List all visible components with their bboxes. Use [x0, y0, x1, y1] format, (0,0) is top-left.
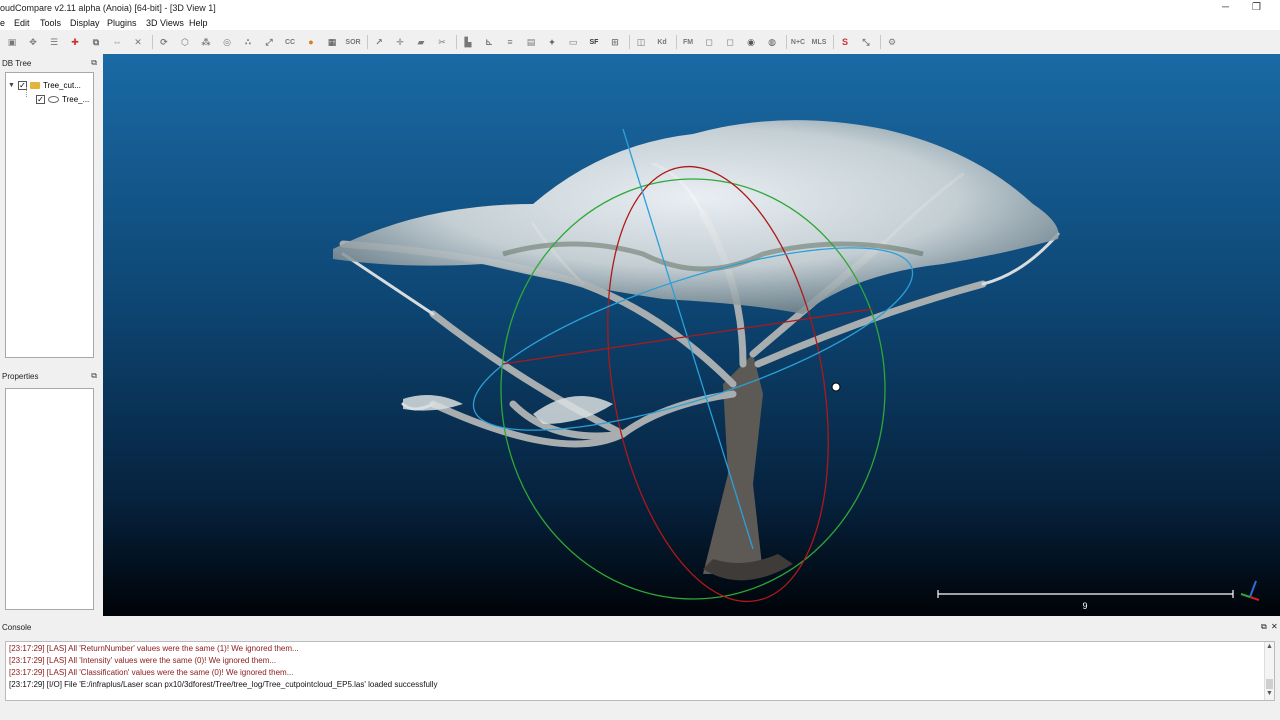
scroll-up-icon[interactable]: ▲: [1266, 643, 1273, 650]
copy-icon[interactable]: ◻: [722, 34, 738, 50]
compute-icon[interactable]: ⊞: [607, 34, 623, 50]
menu-display[interactable]: Display: [70, 18, 100, 28]
clone-icon[interactable]: ⧉: [88, 34, 104, 50]
console-panel: [23:17:29] [LAS] All 'ReturnNumber' valu…: [5, 641, 1275, 701]
db-tree-panel[interactable]: ▼ ✓ Tree_cut... ✓ Tree_...: [5, 72, 94, 358]
sample-icon[interactable]: ⟳: [156, 34, 172, 50]
menu-file[interactable]: e: [0, 18, 5, 28]
s-curve-icon[interactable]: S: [837, 34, 853, 50]
histogram-icon[interactable]: ▙: [460, 34, 476, 50]
globe-icon[interactable]: ◍: [764, 34, 780, 50]
paste-icon[interactable]: ◻: [701, 34, 717, 50]
toolbar-separator: [880, 35, 881, 49]
point-cloud-render: 9: [333, 120, 1260, 611]
toolbar-separator: [367, 35, 368, 49]
db-tree-title: DB Tree: [2, 59, 32, 68]
mesh-icon[interactable]: ●: [303, 34, 319, 50]
properties-panel: [5, 388, 94, 610]
properties-header: Properties ⧉: [0, 371, 100, 383]
restore-button[interactable]: ❐: [1252, 2, 1261, 13]
save-icon[interactable]: ▣: [4, 34, 20, 50]
tree-connector: [26, 87, 27, 97]
add-point-icon[interactable]: ✚: [67, 34, 83, 50]
menu-help[interactable]: Help: [189, 18, 208, 28]
console-line: [23:17:29] [I/O] File 'E:/infraplus/Lase…: [9, 680, 438, 689]
scale-bar: 9: [937, 590, 1234, 611]
sor-icon[interactable]: SOR: [345, 34, 361, 50]
tree-item-label: Tree_...: [62, 94, 90, 104]
axis-trihedron-icon: [1240, 580, 1260, 601]
title-bar: oudCompare v2.11 alpha (Anoia) [64-bit] …: [0, 0, 1280, 16]
float-icon[interactable]: ⧉: [91, 371, 97, 381]
mls-label-icon[interactable]: MLS: [811, 34, 827, 50]
normals-icon[interactable]: ◎: [219, 34, 235, 50]
pan-cursor-icon: [831, 382, 841, 392]
minimize-button[interactable]: ─: [1222, 2, 1229, 13]
kd-label-icon[interactable]: Kd: [654, 34, 670, 50]
checkbox-icon[interactable]: ✓: [36, 94, 45, 104]
point-cloud-icon: [48, 95, 59, 103]
main-toolbar: ▣ ✥ ☰ ✚ ⧉ ⇔ ✕ ⟳ ⬡ ⁂ ◎ ∴ ⤢ CC ● ▦ SOR ↗ ✛ ▰ ✂ ▙ ⊾ ≡ ▤ + ▭ SF ⊞ ◫ Kd FM ◻ ◻…: [0, 31, 1280, 53]
fm-label-icon[interactable]: FM: [680, 34, 696, 50]
scroll-thumb[interactable]: [1266, 679, 1273, 689]
menu-tools[interactable]: Tools: [40, 18, 61, 28]
sphere-icon[interactable]: ◉: [743, 34, 759, 50]
sf-icon[interactable]: SF: [586, 34, 602, 50]
cross-section-icon[interactable]: ⤢: [261, 34, 277, 50]
subsample-icon[interactable]: ⁂: [198, 34, 214, 50]
menu-bar: e Edit Tools Display Plugins 3D Views He…: [0, 16, 1280, 30]
db-tree-header: DB Tree ⧉: [0, 58, 100, 70]
console-line: [23:17:29] [LAS] All 'Classification' va…: [9, 668, 294, 677]
cut-icon[interactable]: ✂: [434, 34, 450, 50]
toolbar-separator: [629, 35, 630, 49]
translate-rotate-icon[interactable]: ✥: [25, 34, 41, 50]
scroll-down-icon[interactable]: ▼: [1266, 690, 1273, 697]
scatter-icon[interactable]: ∴: [240, 34, 256, 50]
console-line: [23:17:29] [LAS] All 'Intensity' values …: [9, 656, 277, 665]
window-title: oudCompare v2.11 alpha (Anoia) [64-bit] …: [0, 3, 216, 13]
classify-icon[interactable]: ◫: [633, 34, 649, 50]
float-icon[interactable]: ⧉: [1261, 622, 1267, 632]
merge-icon[interactable]: ⇔: [109, 34, 125, 50]
table-icon[interactable]: ▤: [523, 34, 539, 50]
toolbar-separator: [676, 35, 677, 49]
menu-edit[interactable]: Edit: [14, 18, 30, 28]
box-icon[interactable]: ▭: [565, 34, 581, 50]
toolbar-separator: [456, 35, 457, 49]
scale-label: 9: [1082, 601, 1087, 611]
plugin-icon[interactable]: ⚙: [884, 34, 900, 50]
console-line: [23:17:29] [LAS] All 'ReturnNumber' valu…: [9, 644, 299, 653]
filter-icon[interactable]: ≡: [502, 34, 518, 50]
list-icon[interactable]: ☰: [46, 34, 62, 50]
plus-icon[interactable]: +: [544, 34, 560, 50]
toolbar-separator: [833, 35, 834, 49]
cc-label-icon[interactable]: CC: [282, 34, 298, 50]
collapse-icon[interactable]: ▼: [8, 82, 15, 89]
tree-item-folder[interactable]: ▼ ✓ Tree_cut...: [8, 79, 81, 91]
toolbar-separator: [786, 35, 787, 49]
folder-icon: [29, 81, 40, 89]
menu-plugins[interactable]: Plugins: [107, 18, 137, 28]
toolbar-separator: [152, 35, 153, 49]
scale-icon[interactable]: ⤡: [858, 34, 874, 50]
console-header: Console ⧉ ✕: [0, 620, 1280, 633]
canopy: [333, 120, 1059, 314]
menu-3d-views[interactable]: 3D Views: [146, 18, 184, 28]
properties-title: Properties: [2, 372, 39, 381]
axes-icon[interactable]: ⊾: [481, 34, 497, 50]
segment-icon[interactable]: ⬡: [177, 34, 193, 50]
tree-item-label: Tree_cut...: [42, 80, 81, 90]
checkerboard-icon[interactable]: ▦: [324, 34, 340, 50]
console-title: Console: [2, 623, 32, 632]
3d-view[interactable]: 9: [103, 54, 1280, 616]
pick-icon[interactable]: ↗: [371, 34, 387, 50]
close-icon[interactable]: ✕: [1271, 622, 1278, 631]
delete-icon[interactable]: ✕: [130, 34, 146, 50]
plane-icon[interactable]: ▰: [413, 34, 429, 50]
console-scrollbar[interactable]: ▲ ▼: [1264, 642, 1274, 700]
float-icon[interactable]: ⧉: [91, 58, 97, 68]
n-c-label-icon[interactable]: N+C: [790, 34, 806, 50]
tree-item-cloud[interactable]: ✓ Tree_...: [36, 93, 89, 105]
move-icon[interactable]: ✛: [392, 34, 408, 50]
